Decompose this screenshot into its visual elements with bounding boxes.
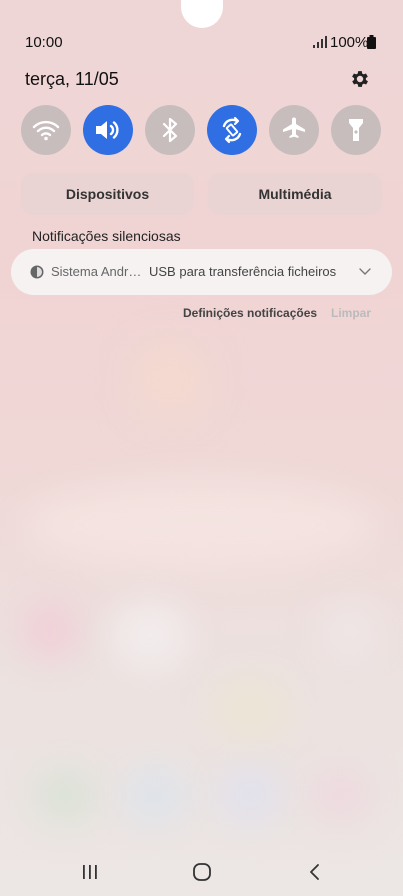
wallpaper-blob [125, 770, 185, 820]
flashlight-icon [349, 119, 363, 141]
flashlight-toggle[interactable] [331, 105, 381, 155]
wallpaper-blob [310, 770, 370, 820]
airplane-icon [283, 117, 305, 138]
clear-button[interactable]: Limpar [331, 306, 371, 320]
camera-notch [181, 0, 223, 28]
wallpaper-blob [220, 770, 280, 820]
sound-icon [96, 121, 119, 139]
notification-settings-link[interactable]: Definições notificações [183, 306, 317, 320]
battery-icon [367, 35, 376, 49]
bluetooth-icon [162, 117, 178, 143]
home-icon[interactable] [190, 862, 214, 882]
navigation-bar [0, 855, 403, 889]
battery-level: 100% [330, 34, 369, 51]
notification-text: USB para transferência ficheiros [149, 264, 337, 279]
sound-toggle[interactable] [83, 105, 133, 155]
header-date: terça, 11/05 [25, 69, 119, 89]
airplane-toggle[interactable] [269, 105, 319, 155]
media-button[interactable]: Multimédia [208, 173, 382, 215]
bluetooth-toggle[interactable] [145, 105, 195, 155]
android-system-icon [30, 265, 44, 279]
wallpaper-blob [20, 480, 380, 570]
notification-card[interactable]: Sistema Andr… USB para transferência fic… [11, 249, 392, 295]
devices-button[interactable]: Dispositivos [21, 173, 194, 215]
wallpaper-blob [320, 600, 380, 660]
signal-icon [313, 36, 327, 48]
status-bar: 10:00 100% [0, 30, 403, 54]
wallpaper-blob [210, 680, 290, 740]
silent-notifications-label: Notificações silenciosas [32, 228, 181, 244]
wifi-icon [32, 120, 60, 141]
auto-rotate-toggle[interactable] [207, 105, 257, 155]
wallpaper-blob [20, 600, 80, 660]
wallpaper-blob [130, 340, 210, 420]
wallpaper-blob [110, 600, 190, 670]
gear-icon[interactable] [349, 68, 371, 90]
auto-rotate-icon [222, 116, 242, 144]
notification-app-name: Sistema Andr… [51, 264, 142, 279]
wallpaper-blob [35, 770, 95, 820]
chevron-down-icon[interactable] [358, 266, 372, 276]
wifi-toggle[interactable] [21, 105, 71, 155]
status-time: 10:00 [25, 34, 63, 51]
recent-apps-icon[interactable] [78, 862, 102, 882]
back-icon[interactable] [303, 862, 327, 882]
